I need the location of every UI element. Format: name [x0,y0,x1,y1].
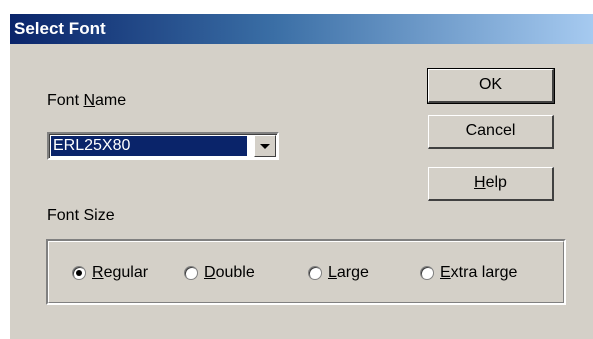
radio-extra-large-indicator[interactable] [420,266,434,280]
chevron-down-icon [260,144,270,149]
font-name-dropdown-button[interactable] [254,135,276,157]
radio-extra-large[interactable]: Extra large [420,263,517,283]
radio-large-mnemonic: L [328,264,337,281]
select-font-dialog: Select Font Font Name ERL25X80 OK Cancel… [10,14,593,339]
radio-large[interactable]: Large [308,263,369,283]
radio-regular-indicator[interactable] [72,266,86,280]
font-name-label-mnemonic: N [83,92,96,109]
font-name-combobox[interactable]: ERL25X80 [47,132,279,160]
radio-double-rest: ouble [215,264,255,281]
help-button-mnemonic: H [474,174,486,191]
title-bar[interactable]: Select Font [10,14,593,44]
font-size-label: Font Size [47,207,115,224]
cancel-button[interactable]: Cancel [428,115,554,149]
help-button-rest: elp [485,174,507,191]
radio-regular-rest: egular [103,264,149,281]
radio-regular-mnemonic: R [92,264,104,281]
dialog-title: Select Font [14,19,106,38]
help-button[interactable]: Help [428,167,554,201]
radio-extra-large-rest: xtra large [450,264,518,281]
radio-regular[interactable]: Regular [72,263,148,283]
font-size-group: Regular Double Large Extra large [46,239,566,305]
radio-large-indicator[interactable] [308,266,322,280]
font-name-label-rest: ame [95,92,127,109]
radio-double-indicator[interactable] [184,266,198,280]
radio-double[interactable]: Double [184,263,255,283]
font-name-label: Font Name [47,92,126,110]
ok-button[interactable]: OK [427,68,555,104]
radio-double-mnemonic: D [204,264,216,281]
radio-large-rest: arge [336,264,369,281]
font-name-label-prefix: Font [47,92,84,109]
font-name-selected-value[interactable]: ERL25X80 [51,136,247,156]
radio-extra-large-mnemonic: E [440,264,451,281]
